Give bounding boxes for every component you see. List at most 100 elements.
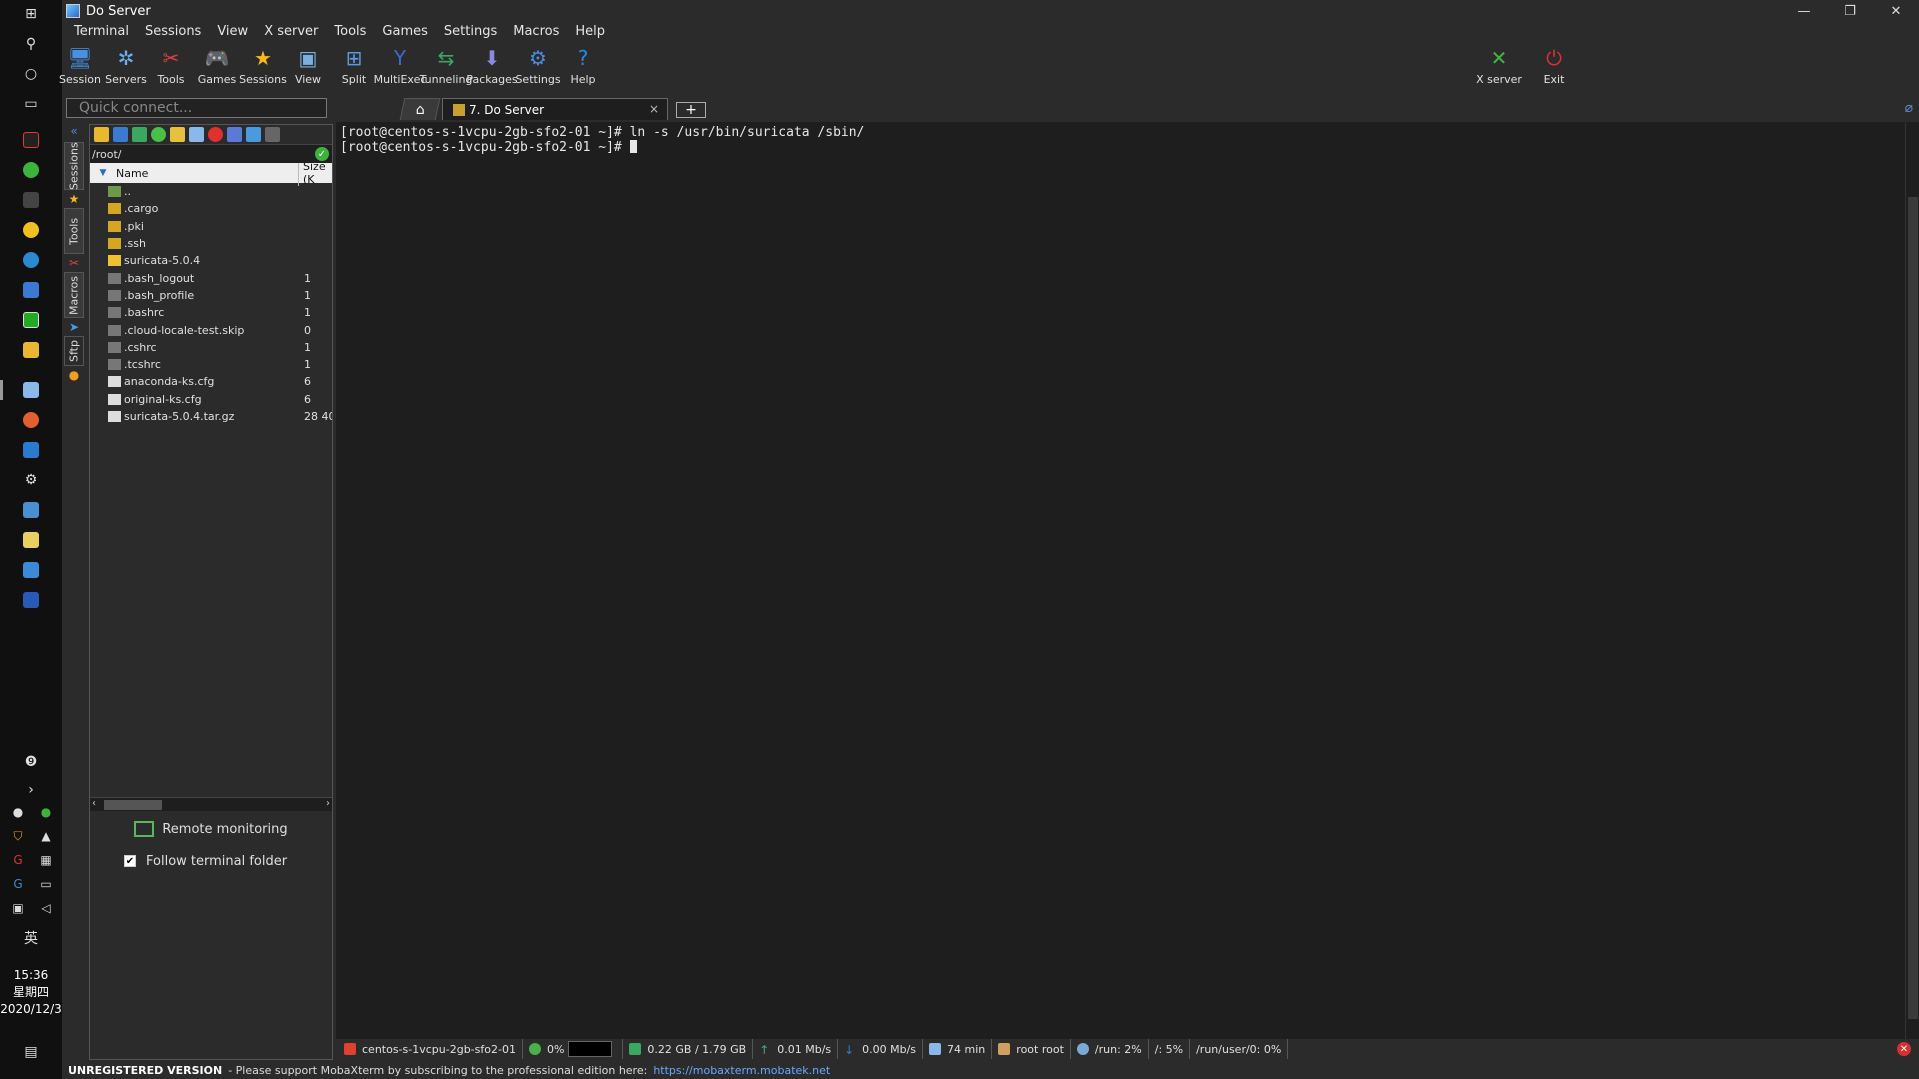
column-size[interactable]: Size (K (298, 160, 332, 186)
file-row[interactable]: .cshrc 1 (90, 339, 332, 356)
image-tray-icon[interactable]: ▦ (38, 852, 54, 868)
title-bar[interactable]: Do Server (62, 0, 1919, 22)
follow-terminal-folder-checkbox[interactable]: ✔ Follow terminal folder (90, 849, 332, 873)
blue-app-icon[interactable]: G (10, 876, 26, 892)
upload-icon[interactable] (132, 127, 147, 142)
close-button[interactable]: ✕ (1873, 0, 1919, 22)
remote-desktop-icon[interactable] (17, 498, 45, 522)
qq-tray-icon[interactable]: ● (10, 804, 26, 820)
file-row[interactable]: .pki (90, 218, 332, 235)
task-view-icon[interactable]: ▭ (17, 92, 45, 116)
checkbox-check-icon[interactable]: ✔ (124, 855, 136, 867)
paperclip-icon[interactable]: ⌀ (1905, 100, 1913, 116)
new-folder-icon[interactable] (170, 127, 185, 142)
qq-icon[interactable] (17, 128, 45, 152)
download-icon[interactable] (113, 127, 128, 142)
menu-tools[interactable]: Tools (326, 22, 374, 42)
menu-macros[interactable]: Macros (505, 22, 567, 42)
exit-button[interactable]: ⏻ Exit (1526, 42, 1582, 92)
scroll-right-icon[interactable]: › (326, 798, 330, 809)
virtualbox-icon[interactable] (17, 438, 45, 462)
column-name[interactable]: Name (116, 167, 298, 180)
action-center-icon[interactable]: ▤ (17, 1040, 45, 1064)
pycharm-icon[interactable] (17, 308, 45, 332)
mail-icon[interactable] (17, 278, 45, 302)
sftp-path-field[interactable]: /root/ ✓ (90, 145, 332, 163)
terminal-scrollbar-thumb[interactable] (1908, 197, 1918, 1019)
remote-monitoring-button[interactable]: Remote monitoring (90, 817, 332, 841)
status-host[interactable]: centos-s-1vcpu-2gb-sfo2-01 (334, 1039, 523, 1059)
word-icon[interactable] (17, 588, 45, 612)
file-row[interactable]: .. (90, 183, 332, 200)
help-button[interactable]: ? Help (555, 42, 611, 92)
file-row[interactable]: .ssh (90, 235, 332, 252)
home-tab[interactable]: ⌂ (399, 98, 441, 120)
tab-do-server[interactable]: 7. Do Server × (442, 98, 668, 120)
notification-badge-icon[interactable]: ❾ (17, 750, 45, 774)
chevron-right-icon[interactable]: › (17, 778, 45, 802)
collapse-chevron-icon[interactable]: « (67, 124, 81, 138)
parent-folder-icon[interactable] (94, 127, 109, 142)
minimize-button[interactable]: — (1781, 0, 1827, 22)
terminal-scrollbar[interactable] (1905, 122, 1919, 1039)
file-row[interactable]: .bash_profile 1 (90, 287, 332, 304)
file-row[interactable]: suricata-5.0.4 (90, 252, 332, 269)
network-icon[interactable]: ▣ (10, 900, 26, 916)
windows-start-icon[interactable]: ⊞ (17, 2, 45, 26)
file-row[interactable]: .cargo (90, 200, 332, 217)
cortana-icon[interactable]: ○ (17, 62, 45, 86)
file-row[interactable]: .bash_logout 1 (90, 269, 332, 286)
mobaxterm-icon[interactable] (17, 378, 45, 402)
menu-view[interactable]: View (209, 22, 256, 42)
file-row[interactable]: original-ks.cfg 6 (90, 391, 332, 408)
check-icon[interactable]: ✓ (315, 147, 329, 161)
red-app-icon[interactable]: G (10, 852, 26, 868)
file-row[interactable]: anaconda-ks.cfg 6 (90, 373, 332, 390)
sidetab-sessions[interactable]: Sessions (64, 142, 84, 190)
refresh-icon[interactable] (151, 127, 166, 142)
x-server-button[interactable]: ✕ X server (1471, 42, 1527, 92)
terminal-app-icon[interactable] (17, 188, 45, 212)
menu-games[interactable]: Games (374, 22, 435, 42)
system-clock[interactable]: 15:36 星期四 2020/12/3 (0, 967, 62, 1018)
delete-icon[interactable] (208, 127, 223, 142)
edge-icon[interactable] (17, 248, 45, 272)
file-row[interactable]: .tcshrc 1 (90, 356, 332, 373)
menu-x-server[interactable]: X server (256, 22, 326, 42)
quick-connect-input[interactable]: Quick connect... (66, 98, 327, 118)
menu-sessions[interactable]: Sessions (137, 22, 209, 42)
tab-close-icon[interactable]: × (649, 102, 659, 116)
scrollbar-thumb[interactable] (104, 800, 162, 810)
new-tab-button[interactable]: + (676, 102, 706, 118)
permissions-icon[interactable] (246, 127, 261, 142)
mobatek-link[interactable]: https://mobaxterm.mobatek.net (653, 1064, 830, 1077)
menu-settings[interactable]: Settings (436, 22, 505, 42)
sort-caret-icon[interactable]: ▼ (90, 168, 116, 178)
sidetab-macros[interactable]: Macros (64, 272, 84, 318)
menu-help[interactable]: Help (567, 22, 613, 42)
chrome-icon[interactable] (17, 218, 45, 242)
file-row[interactable]: suricata-5.0.4.tar.gz 28 409 (90, 408, 332, 425)
rename-icon[interactable] (227, 127, 242, 142)
search-icon[interactable]: ⚲ (17, 32, 45, 56)
notepad-icon[interactable] (17, 528, 45, 552)
sidetab-sftp[interactable]: Sftp (64, 336, 84, 366)
pin-icon[interactable] (265, 127, 280, 142)
browser-icon[interactable] (17, 408, 45, 432)
battery-icon[interactable]: ▭ (38, 876, 54, 892)
terminal-area[interactable]: [root@centos-s-1vcpu-2gb-sfo2-01 ~]# ln … (336, 122, 1905, 1039)
wechat-tray-icon[interactable]: ● (38, 804, 54, 820)
cat-icon[interactable]: ▲ (38, 828, 54, 844)
shield-icon[interactable]: ⛉ (10, 828, 26, 844)
sidetab-tools[interactable]: Tools (64, 208, 84, 254)
horizontal-scrollbar[interactable]: ‹ › (90, 797, 332, 811)
scroll-left-icon[interactable]: ‹ (92, 798, 96, 809)
new-file-icon[interactable] (189, 127, 204, 142)
settings-icon[interactable]: ⚙ (17, 468, 45, 492)
file-explorer-icon[interactable] (17, 338, 45, 362)
photos-icon[interactable] (17, 558, 45, 582)
file-row[interactable]: .bashrc 1 (90, 304, 332, 321)
maximize-button[interactable]: ❐ (1827, 0, 1873, 22)
wechat-icon[interactable] (17, 158, 45, 182)
status-close-icon[interactable]: ✕ (1897, 1042, 1911, 1056)
